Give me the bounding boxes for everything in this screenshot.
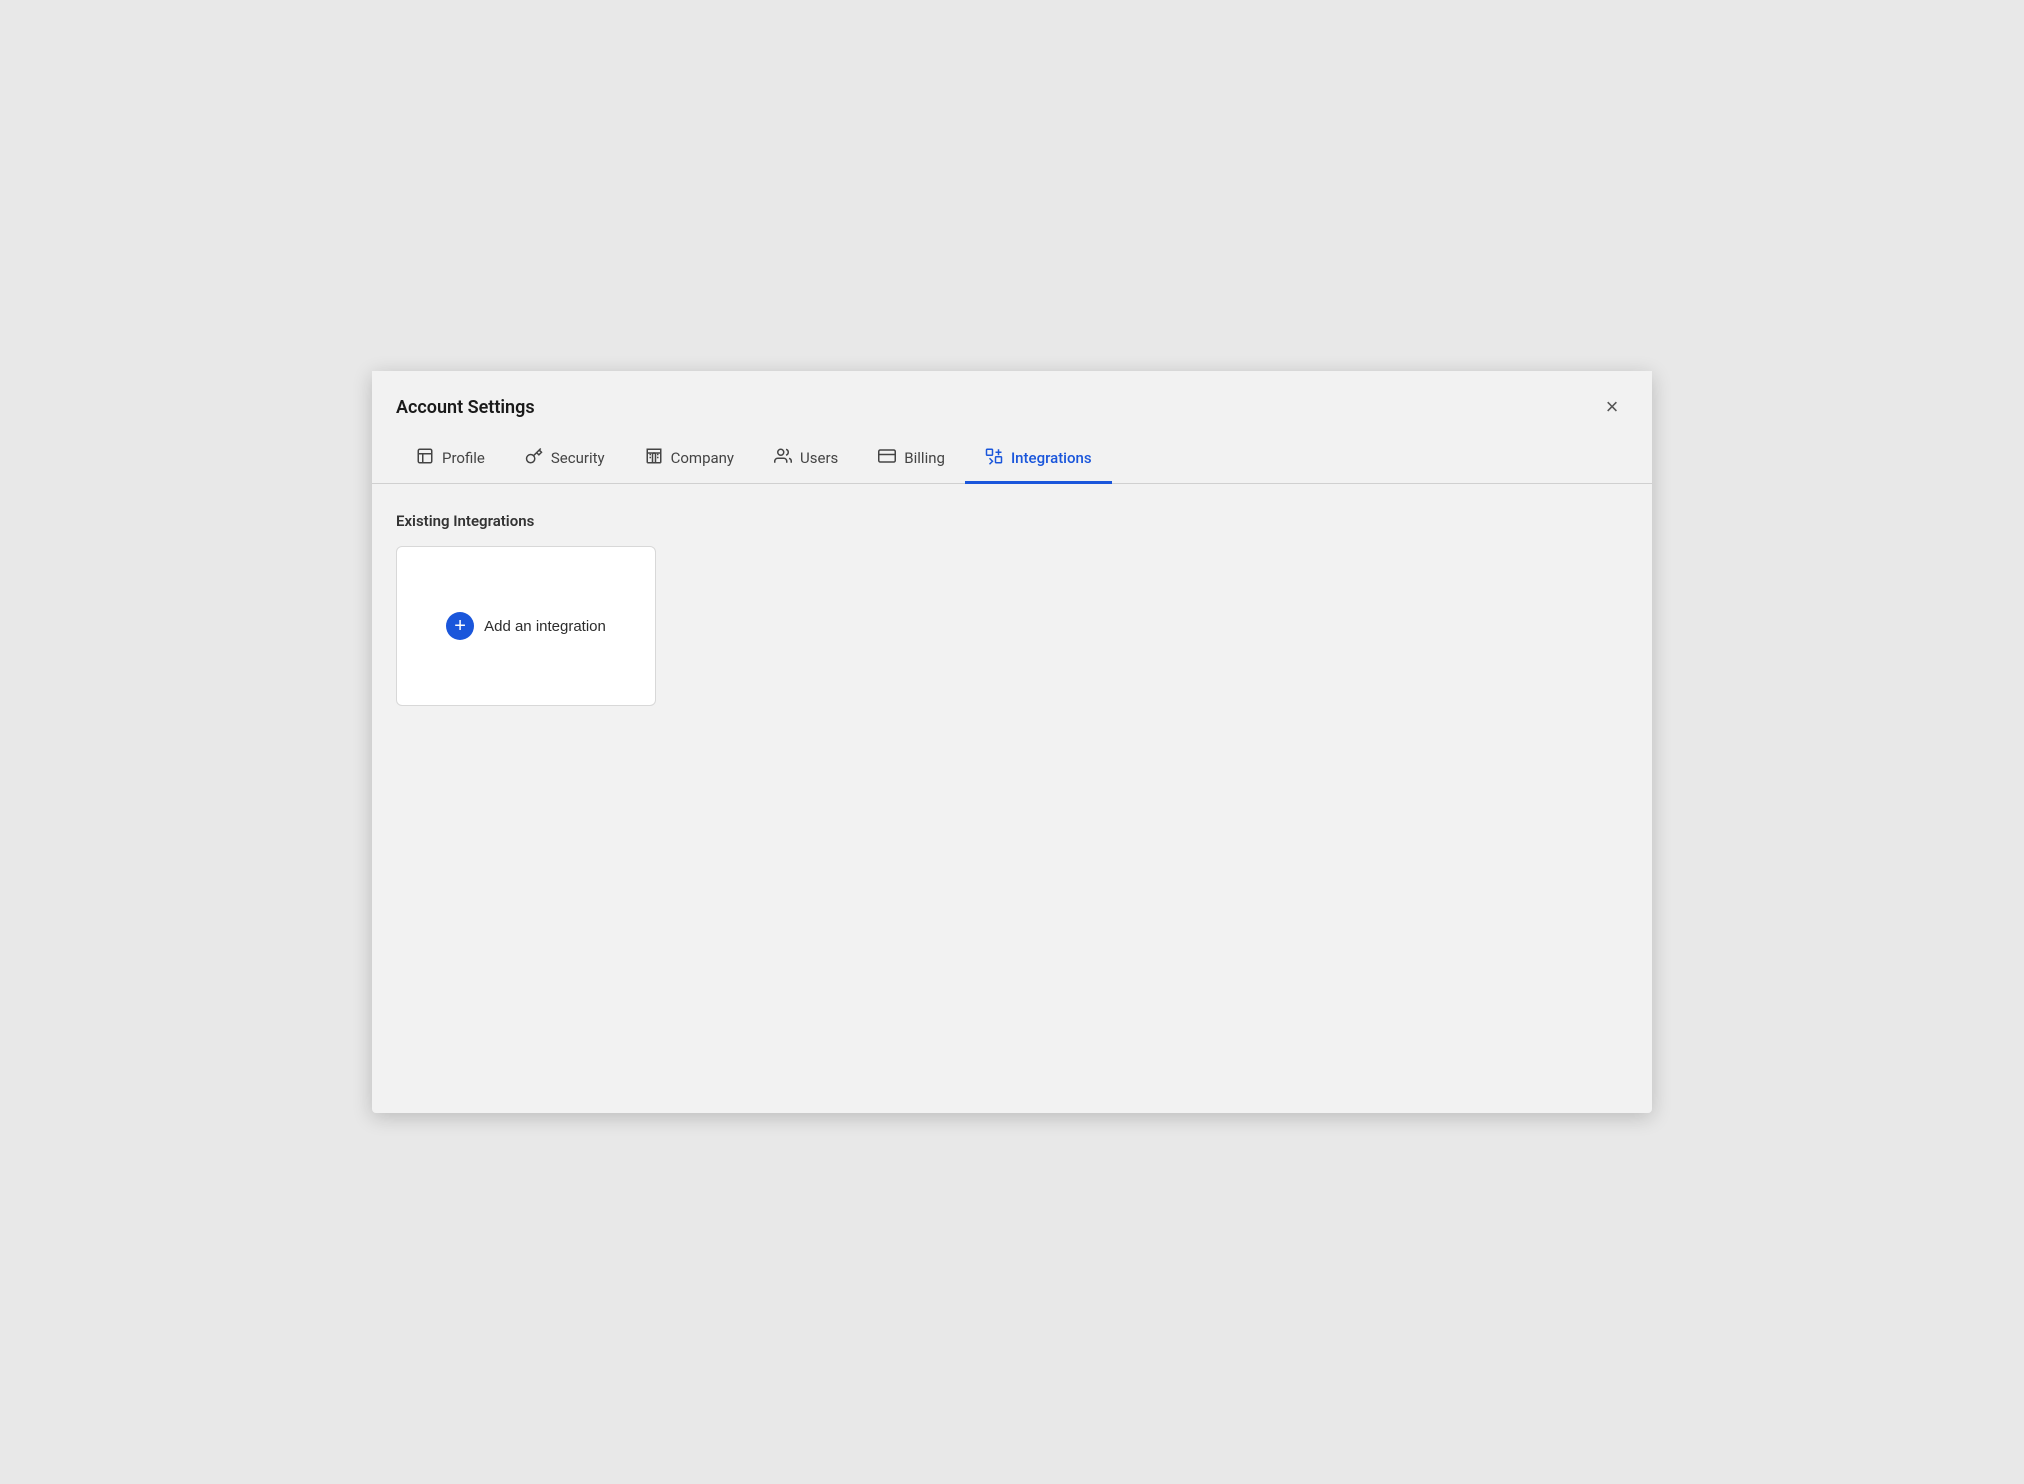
profile-icon <box>416 447 434 469</box>
tab-integrations[interactable]: Integrations <box>965 435 1112 484</box>
tab-profile-label: Profile <box>442 449 485 467</box>
tabs-nav: Profile Security Company <box>372 435 1652 484</box>
tab-company[interactable]: Company <box>625 435 754 484</box>
tab-integrations-label: Integrations <box>1011 449 1092 467</box>
tab-billing-label: Billing <box>904 449 945 467</box>
close-button[interactable]: × <box>1596 391 1628 423</box>
add-integration-label: Add an integration <box>484 618 606 635</box>
integrations-icon <box>985 447 1003 469</box>
add-integration-button[interactable]: + Add an integration <box>446 612 606 640</box>
close-icon: × <box>1606 394 1619 420</box>
billing-icon <box>878 447 896 469</box>
add-integration-card[interactable]: + Add an integration <box>396 546 656 706</box>
tab-security-label: Security <box>551 449 605 467</box>
tab-users[interactable]: Users <box>754 435 858 484</box>
company-icon <box>645 447 663 469</box>
tab-security[interactable]: Security <box>505 435 625 484</box>
tab-billing[interactable]: Billing <box>858 435 965 484</box>
modal-body: Existing Integrations + Add an integrati… <box>372 484 1652 1113</box>
tab-users-label: Users <box>800 449 838 467</box>
modal-title: Account Settings <box>396 397 535 418</box>
account-settings-modal: Account Settings × Profile Security <box>372 371 1652 1113</box>
users-icon <box>774 447 792 469</box>
section-title: Existing Integrations <box>396 512 1628 530</box>
tab-profile[interactable]: Profile <box>396 435 505 484</box>
modal-header: Account Settings × <box>372 371 1652 435</box>
security-icon <box>525 447 543 469</box>
tab-company-label: Company <box>671 449 734 467</box>
add-icon: + <box>446 612 474 640</box>
